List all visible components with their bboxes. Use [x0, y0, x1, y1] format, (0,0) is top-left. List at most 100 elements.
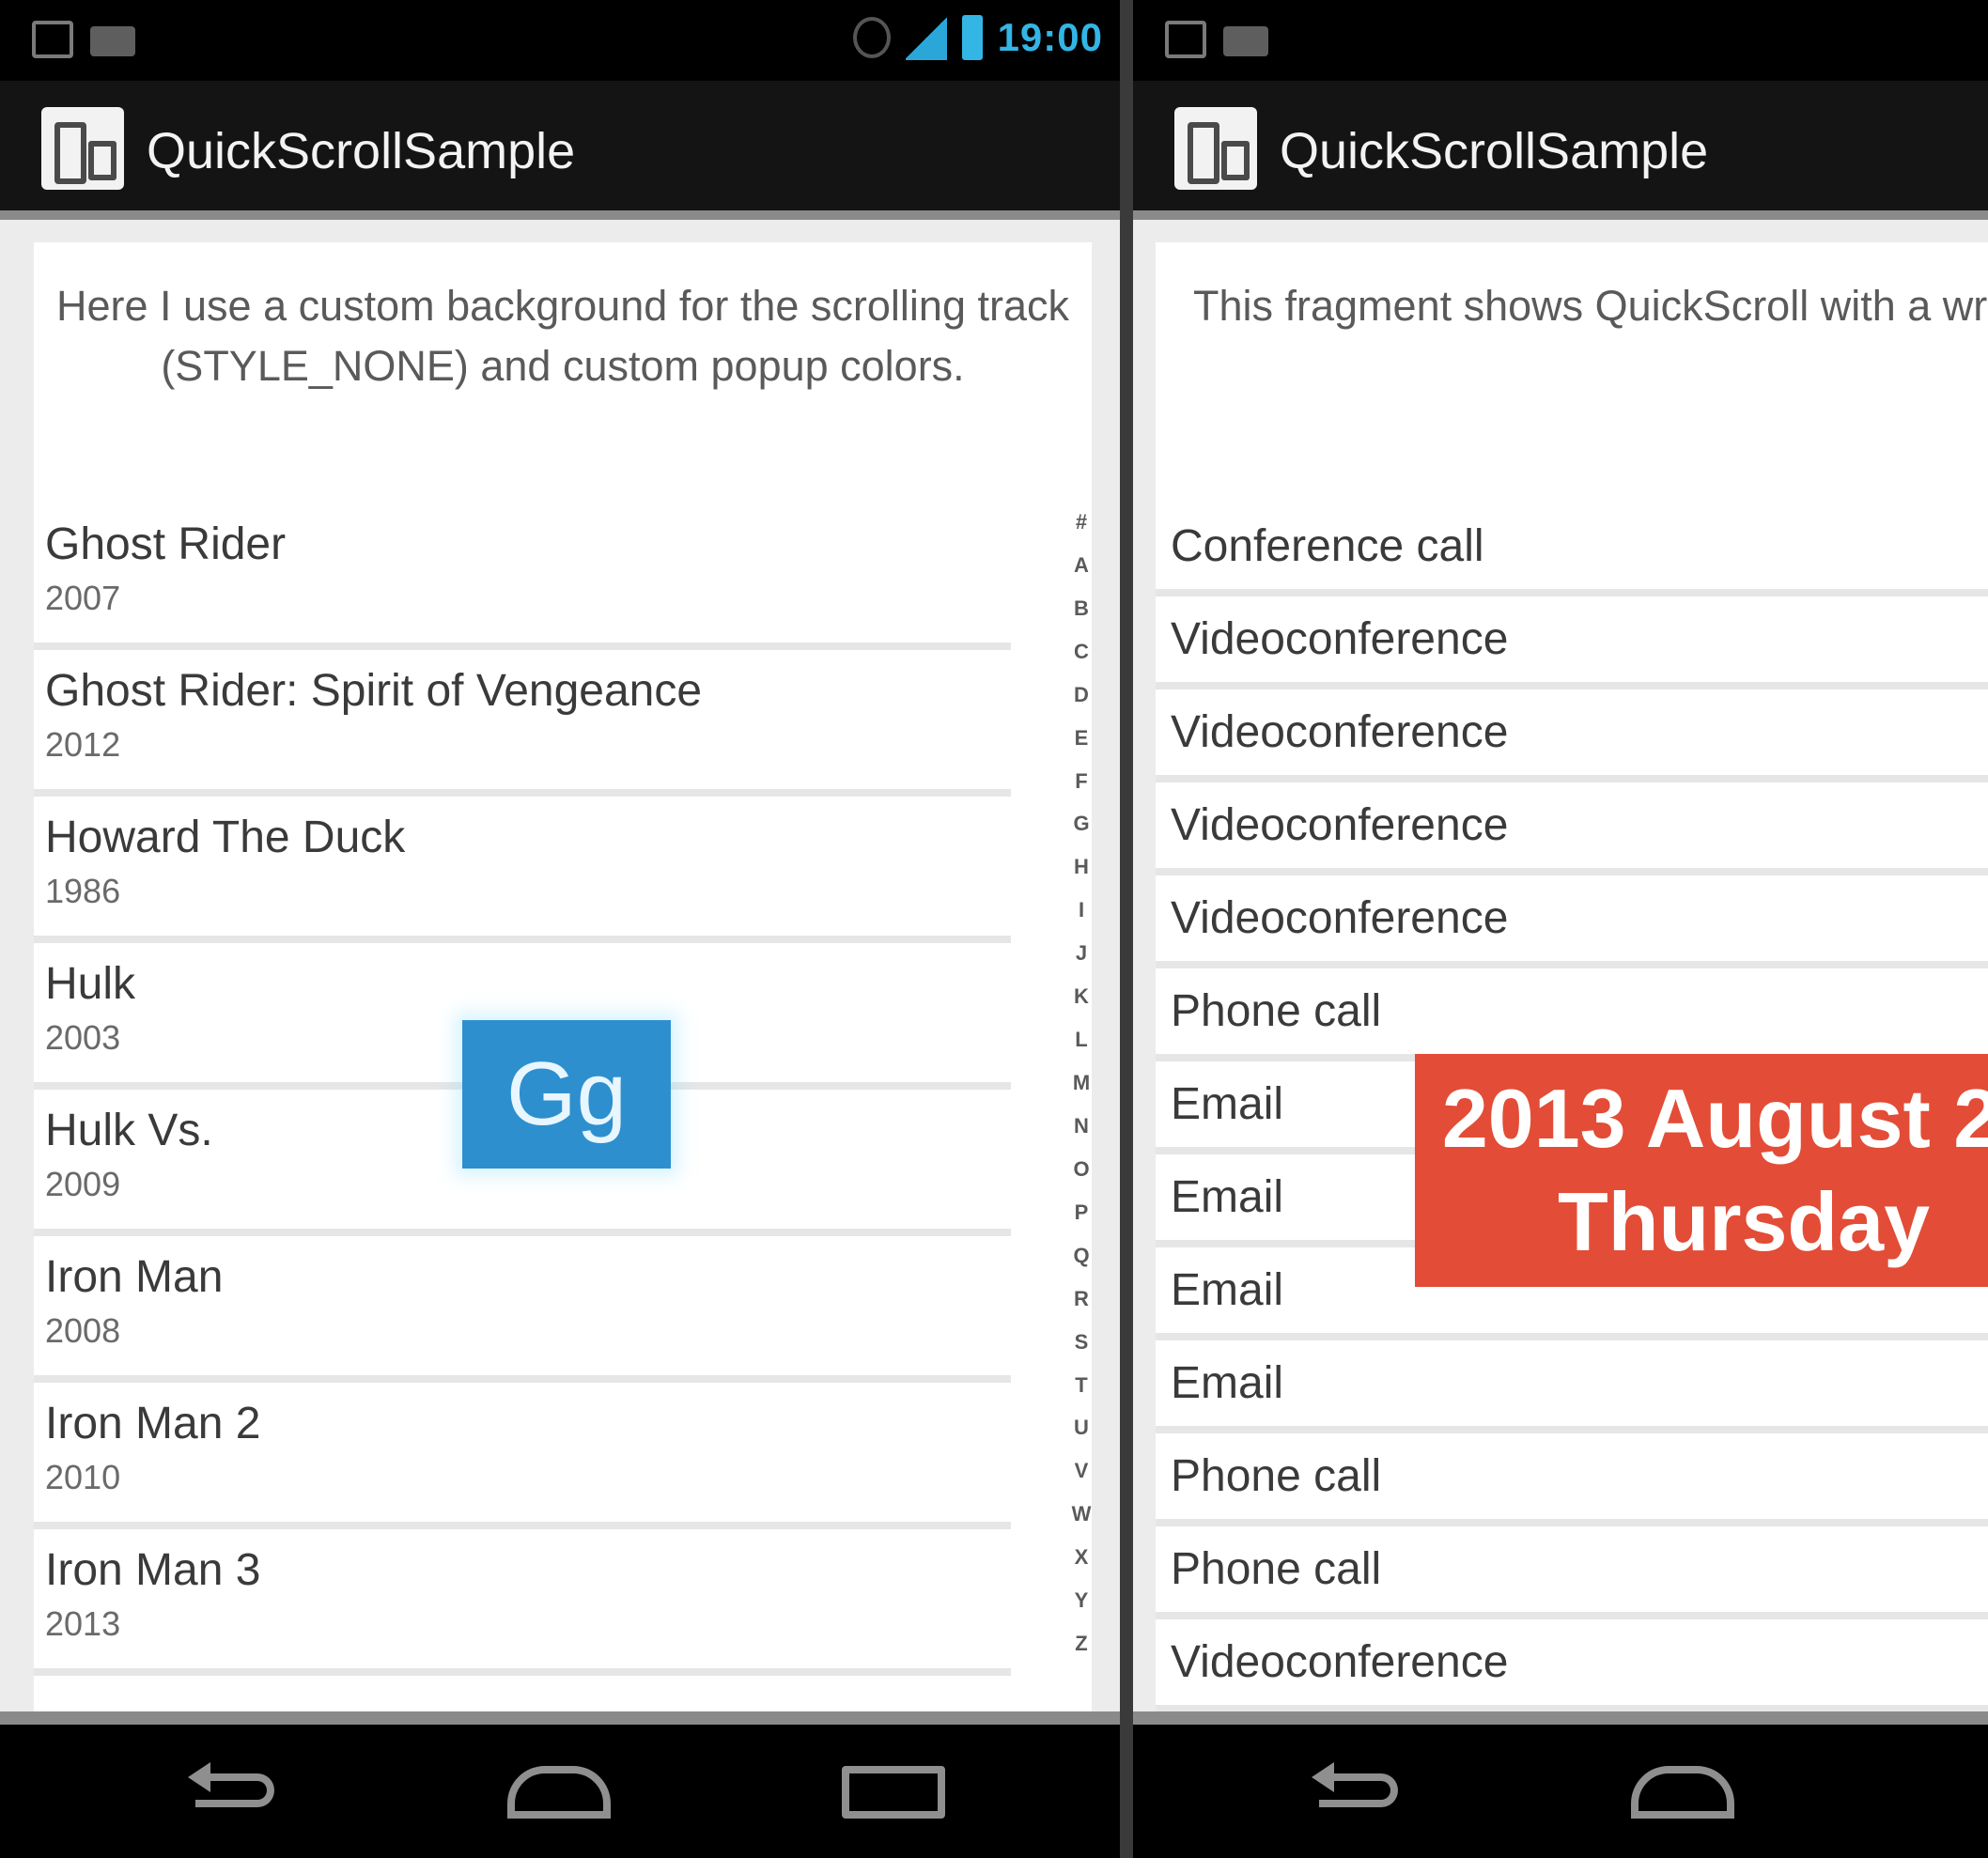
nav-divider: [1133, 1711, 1988, 1725]
index-letter[interactable]: K: [1071, 984, 1092, 1009]
recent-apps-icon[interactable]: [842, 1766, 945, 1819]
item-title: Ghost Rider: [45, 519, 287, 569]
battery-icon: [961, 15, 983, 60]
action-bar-divider: [0, 210, 1120, 220]
item-title: Videoconference: [1171, 893, 1509, 943]
signal-icon: [905, 15, 947, 60]
navigation-bar: [1133, 1725, 1988, 1858]
action-bar-divider: [1133, 210, 1988, 220]
item-title: Videoconference: [1171, 1637, 1509, 1687]
list-item[interactable]: Videoconference: [1156, 782, 1988, 875]
item-title: Iron Man 2: [45, 1399, 261, 1448]
app-title: QuickScrollSample: [1280, 123, 1709, 179]
app-launcher-icon[interactable]: [41, 107, 124, 190]
item-year: 2008: [45, 1311, 121, 1350]
status-bar: 19:00: [0, 0, 1120, 81]
list-item[interactable]: Phone call: [1156, 1433, 1988, 1526]
item-title: Iron Man: [45, 1252, 224, 1302]
item-title: Conference call: [1171, 521, 1484, 571]
index-letter[interactable]: W: [1071, 1502, 1092, 1526]
index-letter[interactable]: Y: [1071, 1588, 1092, 1613]
index-letter[interactable]: P: [1071, 1200, 1092, 1225]
index-letter[interactable]: X: [1071, 1545, 1092, 1570]
index-letter[interactable]: M: [1071, 1071, 1092, 1095]
screenshot-notification-icon: [32, 21, 73, 58]
list-item[interactable]: Videoconference: [1156, 875, 1988, 968]
item-title: Videoconference: [1171, 707, 1509, 757]
item-title: Phone call: [1171, 1451, 1382, 1501]
index-letter[interactable]: B: [1071, 596, 1092, 621]
notification-icon: [90, 26, 135, 56]
item-year: 2013: [45, 1604, 121, 1643]
index-letter[interactable]: J: [1071, 941, 1092, 966]
item-title: Phone call: [1171, 1544, 1382, 1594]
index-letter[interactable]: L: [1071, 1028, 1092, 1052]
index-letter[interactable]: G: [1071, 812, 1092, 836]
list-item[interactable]: Videoconference: [1156, 1619, 1988, 1711]
app-title: QuickScrollSample: [147, 123, 576, 179]
list-item[interactable]: Email: [1156, 1340, 1988, 1433]
list-item[interactable]: Ghost Rider 2007: [34, 503, 1011, 650]
item-year: 2003: [45, 1018, 121, 1057]
item-year: 2010: [45, 1458, 121, 1496]
index-letter[interactable]: I: [1071, 898, 1092, 922]
index-letter[interactable]: D: [1071, 683, 1092, 707]
index-letter[interactable]: U: [1071, 1416, 1092, 1440]
status-bar: [1133, 0, 1988, 81]
navigation-bar: [0, 1725, 1120, 1858]
item-title: Email: [1171, 1172, 1284, 1222]
popup-date: 2013 August 29: [1441, 1072, 1988, 1165]
index-letter[interactable]: H: [1071, 855, 1092, 879]
item-title: Hulk: [45, 959, 136, 1009]
index-letter[interactable]: O: [1071, 1157, 1092, 1182]
index-letter[interactable]: Q: [1071, 1244, 1092, 1268]
list-item[interactable]: Iron Man 2008: [34, 1236, 1011, 1383]
index-letter[interactable]: #: [1071, 510, 1092, 534]
list-item[interactable]: Videoconference: [1156, 596, 1988, 689]
item-title: Email: [1171, 1265, 1284, 1315]
list-item[interactable]: Iron Man 2 2010: [34, 1383, 1011, 1529]
index-letter[interactable]: C: [1071, 640, 1092, 664]
screen-divider: [1120, 0, 1133, 1858]
date-indicator-popup: 2013 August 29 Thursday: [1415, 1054, 1988, 1287]
list-item[interactable]: Howard The Duck 1986: [34, 797, 1011, 943]
content-card: This fragment shows QuickScroll with a w…: [1156, 242, 1988, 1711]
index-letter[interactable]: R: [1071, 1287, 1092, 1311]
right-screen: QuickScrollSample This fragment shows Qu…: [1133, 0, 1988, 1858]
item-year: 2007: [45, 579, 121, 617]
index-letter[interactable]: E: [1071, 726, 1092, 751]
list-item[interactable]: Ghost Rider: Spirit of Vengeance 2012: [34, 650, 1011, 797]
item-title: Hulk Vs.: [45, 1106, 213, 1155]
list-item[interactable]: Phone call: [1156, 968, 1988, 1061]
index-letter[interactable]: F: [1071, 769, 1092, 794]
list-item[interactable]: Phone call: [1156, 1526, 1988, 1619]
home-icon[interactable]: [1631, 1766, 1734, 1819]
index-letter[interactable]: S: [1071, 1330, 1092, 1355]
intro-text: This fragment shows QuickScroll with a w…: [1193, 282, 1988, 330]
alphabet-index-bar[interactable]: # A B C D E F G H I J K L M N O P Q R S T U V W X Y Z: [1071, 510, 1092, 1711]
item-year: 2012: [45, 725, 121, 764]
back-icon[interactable]: [188, 1762, 291, 1819]
item-title: Videoconference: [1171, 614, 1509, 664]
index-letter[interactable]: N: [1071, 1114, 1092, 1138]
index-letter[interactable]: V: [1071, 1459, 1092, 1483]
index-letter[interactable]: Z: [1071, 1632, 1092, 1656]
home-icon[interactable]: [507, 1766, 611, 1819]
item-title: Email: [1171, 1358, 1284, 1408]
item-year: 1986: [45, 872, 121, 910]
app-launcher-icon[interactable]: [1174, 107, 1257, 190]
back-icon[interactable]: [1312, 1762, 1415, 1819]
alarm-icon: [852, 17, 891, 58]
item-title: Howard The Duck: [45, 813, 406, 862]
intro-text: Here I use a custom background for the s…: [55, 282, 1069, 390]
notification-icon: [1223, 26, 1268, 56]
content-card: Here I use a custom background for the s…: [34, 242, 1092, 1711]
index-letter[interactable]: A: [1071, 553, 1092, 578]
list-item[interactable]: Conference call: [1156, 503, 1988, 596]
action-bar: QuickScrollSample: [0, 81, 1120, 210]
item-title: Email: [1171, 1079, 1284, 1129]
list-item[interactable]: Iron Man 3 2013: [34, 1529, 1011, 1676]
status-time: 19:00: [997, 15, 1103, 59]
index-letter[interactable]: T: [1071, 1373, 1092, 1398]
list-item[interactable]: Videoconference: [1156, 689, 1988, 782]
